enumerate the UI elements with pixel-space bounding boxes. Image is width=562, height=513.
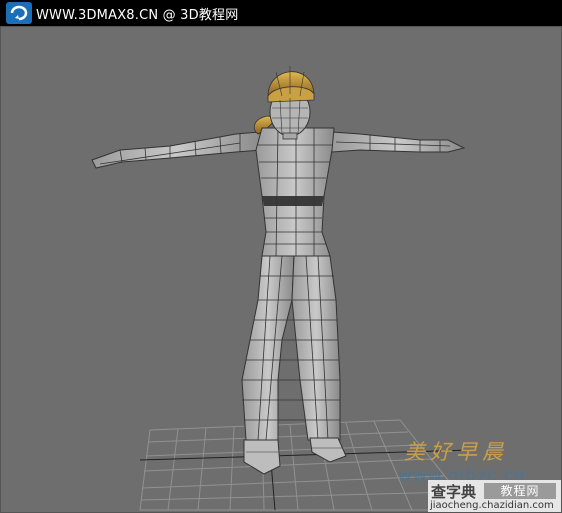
- badge-title: 查字典: [431, 483, 477, 501]
- legs-mesh: [241, 255, 341, 441]
- torso-mesh: [255, 127, 335, 257]
- shoes-mesh: [243, 437, 347, 475]
- chazidian-badge[interactable]: 查字典 教程网 jiaocheng.chazidian.com: [428, 480, 562, 513]
- watermark-chinese: 美好早晨: [404, 440, 508, 464]
- title-bar: WWW.3DMAX8.CN @ 3D教程网: [0, 0, 562, 26]
- swirl-logo-icon: [6, 2, 32, 24]
- site-title: WWW.3DMAX8.CN @ 3D教程网: [36, 7, 239, 23]
- neck-mesh: [282, 132, 298, 140]
- head-mesh: [267, 66, 315, 137]
- badge-domain: jiaocheng.chazidian.com: [430, 500, 554, 511]
- badge-tag: 教程网: [484, 483, 556, 499]
- screenshot-frame: WWW.3DMAX8.CN @ 3D教程网 美好早晨 www.mbzc.cn 查…: [0, 0, 562, 513]
